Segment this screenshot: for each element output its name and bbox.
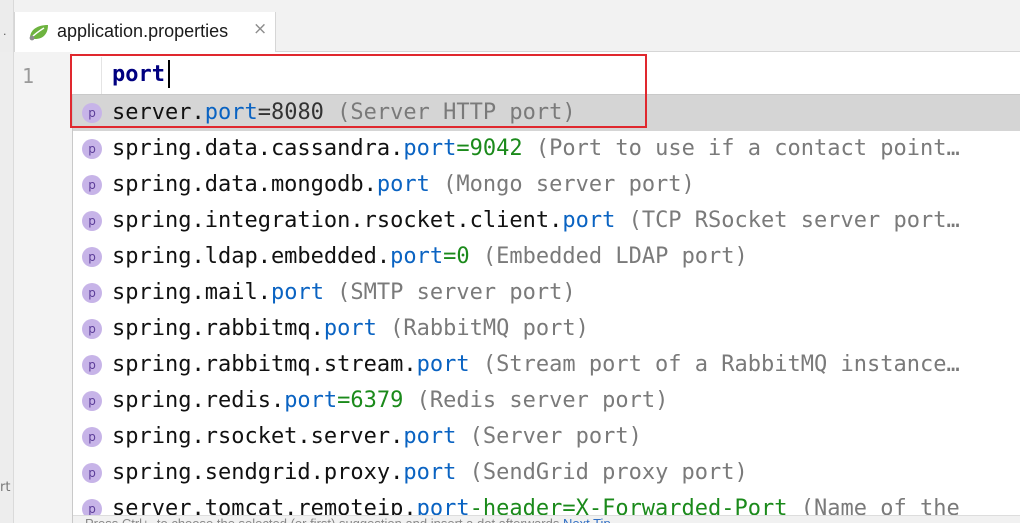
editor-gutter: rt 1	[0, 52, 72, 523]
completion-item[interactable]: p spring.mail.port (SMTP server port)	[73, 275, 1020, 311]
close-tab-icon[interactable]: ×	[253, 19, 267, 39]
property-icon: p	[82, 283, 102, 303]
next-tip-link[interactable]: Next Tip	[563, 516, 611, 523]
tab-title: application.properties	[57, 21, 229, 41]
property-description: (Stream port of a RabbitMQ instance…	[469, 352, 960, 377]
property-description: (Port to use if a contact point…	[522, 136, 960, 161]
completion-item[interactable]: p spring.redis.port=6379 (Redis server po…	[73, 383, 1020, 419]
footer-hint-message: Press Ctrl+. to choose the selected (or …	[85, 516, 563, 523]
property-prefix: spring.rabbitmq.stream.	[112, 352, 417, 377]
completion-item[interactable]: p spring.data.mongodb.port (Mongo server …	[73, 167, 1020, 203]
property-description: (TCP RSocket server port…	[615, 208, 960, 233]
property-description: (Redis server port)	[403, 388, 669, 413]
text-caret	[168, 60, 170, 88]
property-prefix: spring.redis.	[112, 388, 285, 413]
property-prefix: server.	[112, 100, 205, 125]
completion-item[interactable]: p spring.rsocket.server.port (Server port…	[73, 419, 1020, 455]
completion-item[interactable]: p spring.ldap.embedded.port=0 (Embedded L…	[73, 239, 1020, 275]
property-prefix: spring.rabbitmq.	[112, 316, 324, 341]
property-icon: p	[82, 175, 102, 195]
completion-item-text: spring.rabbitmq.stream.port (Stream port…	[112, 351, 960, 379]
property-icon: p	[82, 355, 102, 375]
property-key-match: port	[204, 100, 258, 125]
property-icon: p	[82, 211, 102, 231]
side-panel-label: rt	[0, 480, 11, 495]
completion-item-text: spring.mail.port (SMTP server port)	[112, 279, 576, 307]
property-prefix: spring.ldap.embedded.	[112, 244, 391, 269]
property-key-match: port	[403, 460, 457, 485]
property-prefix: spring.integration.rsocket.client.	[112, 208, 563, 233]
property-key-match: port	[403, 424, 457, 449]
completion-item-text: spring.integration.rsocket.client.port (…	[112, 207, 960, 235]
property-default-value: =0	[443, 244, 470, 269]
completion-item-text: spring.ldap.embedded.port=0 (Embedded LD…	[112, 243, 748, 271]
tab-application-properties[interactable]: application.properties ×	[14, 12, 276, 52]
completion-item[interactable]: p server.port=8080 (Server HTTP port)	[73, 95, 1020, 131]
completion-item-text: spring.sendgrid.proxy.port (SendGrid pro…	[112, 459, 748, 487]
completion-item-text: spring.data.mongodb.port (Mongo server p…	[112, 171, 695, 199]
property-key-match: port	[562, 208, 616, 233]
property-prefix: spring.data.mongodb.	[112, 172, 377, 197]
property-default-value: =9042	[456, 136, 523, 161]
footer-hint-text: Press Ctrl+. to choose the selected (or …	[85, 516, 611, 523]
completion-item-text: spring.redis.port=6379 (Redis server por…	[112, 387, 668, 415]
line-number: 1	[22, 64, 35, 88]
completion-item-text: spring.rsocket.server.port (Server port)	[112, 423, 642, 451]
property-icon: p	[82, 319, 102, 339]
property-key-match: port	[284, 388, 338, 413]
property-description: (Server HTTP port)	[323, 100, 576, 125]
property-prefix: spring.rsocket.server.	[112, 424, 404, 449]
typed-text: port	[112, 62, 165, 87]
code-completion-popup[interactable]: p server.port=8080 (Server HTTP port) p spr…	[72, 94, 1020, 523]
property-prefix: spring.data.cassandra.	[112, 136, 404, 161]
completion-item[interactable]: p spring.data.cassandra.port=9042 (Port t…	[73, 131, 1020, 167]
completion-item[interactable]: p spring.rabbitmq.port (RabbitMQ port)	[73, 311, 1020, 347]
property-description: (Embedded LDAP port)	[469, 244, 748, 269]
property-key-match: port	[403, 136, 457, 161]
side-panel-strip[interactable]	[0, 52, 14, 523]
property-icon: p	[82, 103, 102, 123]
property-description: (Server port)	[456, 424, 642, 449]
completion-item[interactable]: p spring.rabbitmq.stream.port (Stream por…	[73, 347, 1020, 383]
property-icon: p	[82, 391, 102, 411]
property-default-value: =6379	[337, 388, 404, 413]
property-prefix: spring.mail.	[112, 280, 271, 305]
completion-item-text: spring.data.cassandra.port=9042 (Port to…	[112, 135, 960, 163]
property-key-match: port	[416, 352, 470, 377]
completion-footer-hint: Press Ctrl+. to choose the selected (or …	[73, 515, 1020, 523]
property-description: (RabbitMQ port)	[376, 316, 589, 341]
property-key-match: port	[376, 172, 430, 197]
property-default-value: =8080	[257, 100, 324, 125]
tool-window-strip[interactable]: ·	[0, 0, 14, 52]
property-icon: p	[82, 139, 102, 159]
property-description: (SendGrid proxy port)	[456, 460, 748, 485]
property-prefix: spring.sendgrid.proxy.	[112, 460, 404, 485]
indent-guide	[101, 57, 102, 95]
property-icon: p	[82, 463, 102, 483]
property-icon: p	[82, 247, 102, 267]
editor-current-line[interactable]: port	[72, 57, 1020, 95]
completion-item[interactable]: p spring.sendgrid.proxy.port (SendGrid pr…	[73, 455, 1020, 491]
property-description: (Mongo server port)	[429, 172, 695, 197]
property-description: (SMTP server port)	[323, 280, 576, 305]
property-icon: p	[82, 427, 102, 447]
completion-item[interactable]: p spring.integration.rsocket.client.port …	[73, 203, 1020, 239]
editor-tab-bar: · application.properties ×	[0, 0, 1020, 52]
property-key-match: port	[323, 316, 377, 341]
strip-marker: ·	[3, 28, 7, 41]
spring-leaf-icon	[29, 25, 48, 41]
property-key-match: port	[270, 280, 324, 305]
completion-item-text: server.port=8080 (Server HTTP port)	[112, 99, 576, 127]
property-key-match: port	[390, 244, 444, 269]
completion-item-text: spring.rabbitmq.port (RabbitMQ port)	[112, 315, 589, 343]
